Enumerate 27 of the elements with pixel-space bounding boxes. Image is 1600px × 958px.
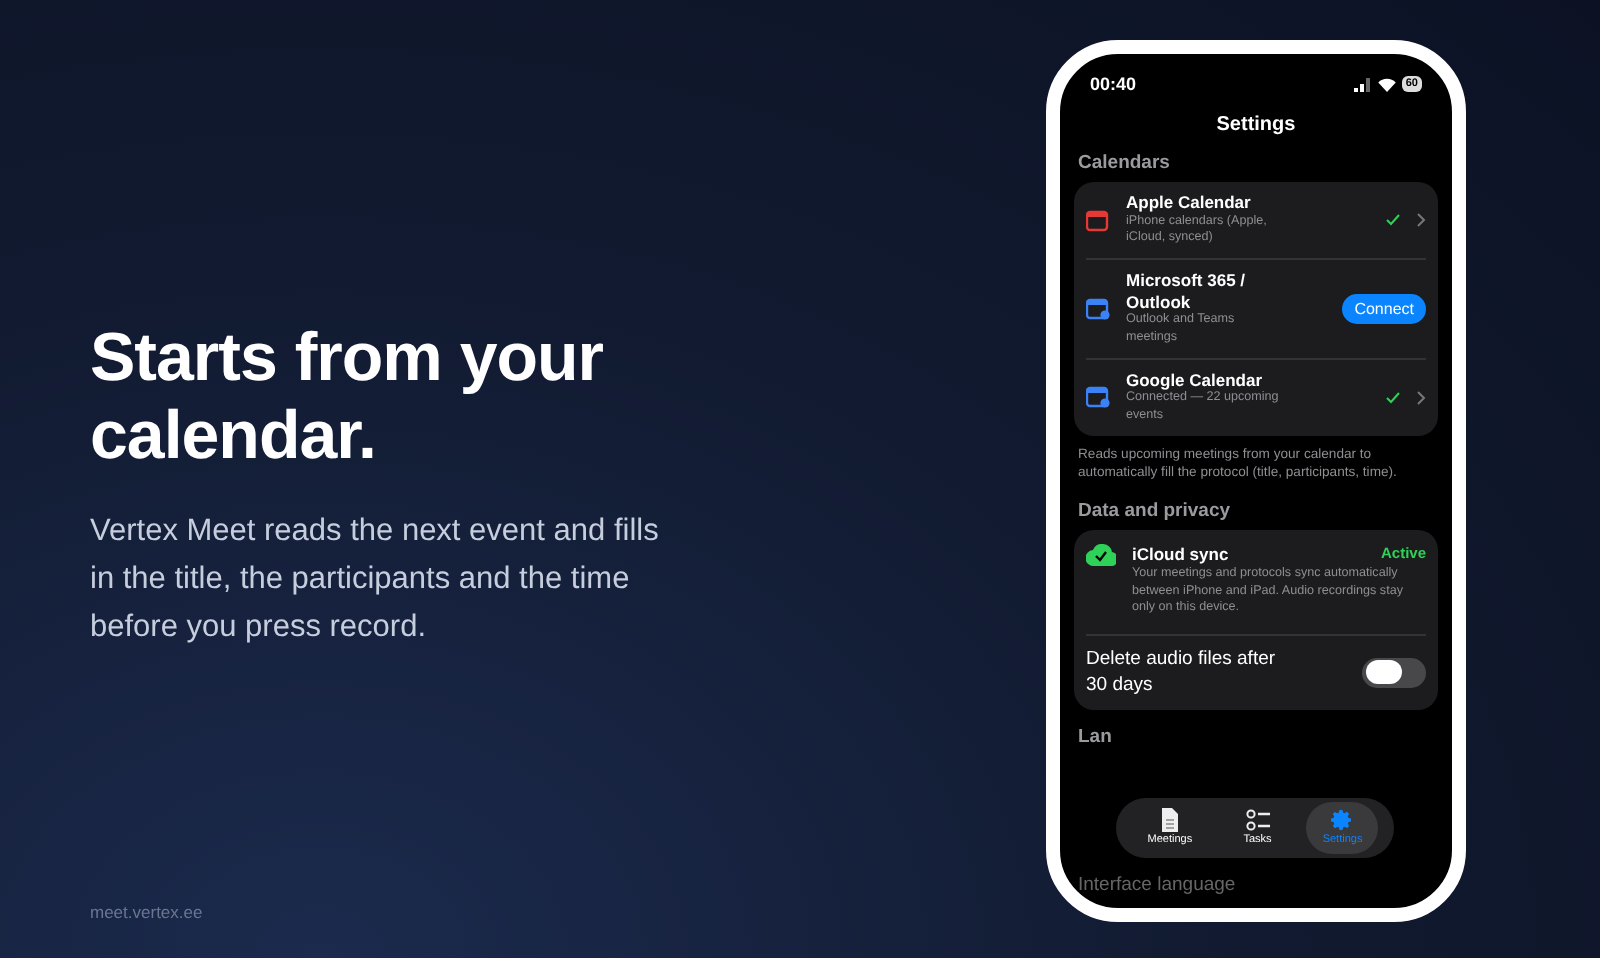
setting-label: Delete audio files after 30 days (1086, 646, 1276, 699)
wifi-icon (1377, 77, 1396, 91)
section-header: Data and privacy (1078, 499, 1233, 522)
calendar-name: Apple Calendar (1126, 192, 1253, 213)
calendar-icon (1086, 297, 1110, 320)
headline: Starts from your calendar. (90, 320, 605, 476)
section-header: Calendars (1078, 152, 1172, 174)
status-time: 00:40 (1090, 74, 1137, 94)
screen-title: Settings (1214, 114, 1298, 136)
settings-icon (1330, 808, 1355, 832)
description: Vertex Meet reads the next event and fills in the title, the participants and the time before you press record. (90, 512, 660, 648)
calendar-name: Google Calendar (1126, 369, 1265, 391)
website-link[interactable]: meet.vertex.ee (90, 902, 203, 922)
toggle-switch[interactable] (1362, 657, 1426, 688)
connect-button[interactable]: Connect (1342, 293, 1426, 324)
checklist-icon (1245, 808, 1270, 832)
chevron-icon[interactable] (1416, 212, 1426, 229)
chevron-icon[interactable] (1416, 389, 1426, 406)
section-header: Lan (1078, 726, 1114, 749)
calendar-name: Microsoft 365 / Outlook (1126, 270, 1248, 313)
calendar-icon (1086, 386, 1110, 409)
document-icon (1159, 808, 1180, 832)
calendar-icon (1086, 209, 1110, 232)
sync-title: iCloud sync (1132, 543, 1229, 566)
cloud-check-icon (1086, 543, 1116, 566)
setting-label: Interface language (1078, 874, 1238, 896)
signal-icon (1353, 77, 1372, 91)
